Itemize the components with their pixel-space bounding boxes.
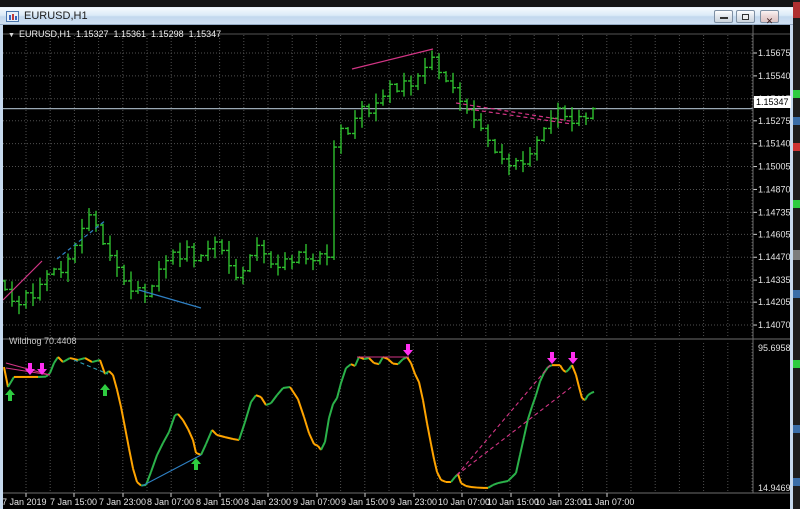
close-value: 1.15347: [188, 29, 222, 39]
svg-text:11 Jan 07:00: 11 Jan 07:00: [583, 497, 634, 507]
background-window-fragment: [793, 478, 800, 486]
minimize-icon: [720, 17, 728, 19]
svg-text:95.6958: 95.6958: [758, 343, 790, 353]
svg-text:10 Jan 15:00: 10 Jan 15:00: [487, 497, 539, 507]
svg-text:9 Jan 07:00: 9 Jan 07:00: [293, 497, 340, 507]
background-window-fragment: [793, 425, 800, 433]
background-window-fragment: [793, 250, 800, 260]
screen: EURUSD,H1 ✕ 1.156751.155401.154051.15275…: [0, 0, 800, 509]
svg-text:1.15675: 1.15675: [758, 48, 790, 58]
svg-text:1.14205: 1.14205: [758, 297, 790, 307]
chart-canvas[interactable]: 1.156751.155401.154051.152751.151401.150…: [3, 25, 790, 509]
svg-text:1.14335: 1.14335: [758, 275, 790, 285]
collapse-arrow-icon[interactable]: ▼: [8, 32, 15, 39]
restore-icon: [742, 14, 749, 20]
minimize-button[interactable]: [714, 10, 733, 23]
restore-button[interactable]: [736, 10, 755, 23]
svg-text:8 Jan 23:00: 8 Jan 23:00: [244, 497, 291, 507]
background-window-fragment: [793, 143, 800, 151]
background-window-fragment: [793, 290, 800, 298]
svg-text:10 Jan 07:00: 10 Jan 07:00: [438, 497, 490, 507]
background-window-fragment: [793, 117, 800, 125]
window-title: EURUSD,H1: [24, 10, 88, 22]
ohlc-header: ▼ EURUSD,H1 1.15327 1.15361 1.15298 1.15347: [8, 29, 226, 39]
background-window-fragment: [793, 2, 800, 18]
chart-window-icon: [6, 11, 19, 22]
svg-text:1.15140: 1.15140: [758, 139, 790, 149]
svg-text:7 Jan 15:00: 7 Jan 15:00: [50, 497, 97, 507]
svg-text:1.14870: 1.14870: [758, 184, 790, 194]
svg-text:8 Jan 07:00: 8 Jan 07:00: [147, 497, 194, 507]
svg-text:9 Jan 23:00: 9 Jan 23:00: [390, 497, 437, 507]
svg-text:1.15540: 1.15540: [758, 71, 790, 81]
svg-text:1.14605: 1.14605: [758, 229, 790, 239]
open-value: 1.15327: [75, 29, 109, 39]
high-value: 1.15361: [113, 29, 147, 39]
svg-text:1.14735: 1.14735: [758, 207, 790, 217]
svg-text:1.14470: 1.14470: [758, 252, 790, 262]
svg-text:10 Jan 23:00: 10 Jan 23:00: [535, 497, 587, 507]
background-window-edge: [793, 0, 800, 509]
current-price-label: 1.15347: [754, 96, 791, 108]
window-title-bar[interactable]: EURUSD,H1 ✕: [0, 7, 793, 26]
svg-text:7 Jan 2019: 7 Jan 2019: [3, 497, 47, 507]
svg-text:7 Jan 23:00: 7 Jan 23:00: [99, 497, 146, 507]
background-window-fragment: [793, 90, 800, 98]
chart-area: 1.156751.155401.154051.152751.151401.150…: [0, 25, 793, 509]
background-window-fragment: [793, 200, 800, 208]
indicator-name-label: Wildhog 70.4408: [9, 336, 77, 346]
svg-text:1.15275: 1.15275: [758, 116, 790, 126]
background-window-fragment: [793, 360, 800, 368]
svg-text:8 Jan 15:00: 8 Jan 15:00: [196, 497, 243, 507]
svg-text:9 Jan 15:00: 9 Jan 15:00: [341, 497, 388, 507]
svg-text:1.15005: 1.15005: [758, 162, 790, 172]
close-button[interactable]: ✕: [760, 10, 779, 26]
svg-text:1.14070: 1.14070: [758, 320, 790, 330]
symbol-label: EURUSD,H1: [18, 29, 71, 39]
mt4-chart-window: EURUSD,H1 ✕ 1.156751.155401.154051.15275…: [0, 7, 793, 509]
svg-text:14.9469: 14.9469: [758, 483, 790, 493]
low-value: 1.15298: [151, 29, 184, 39]
